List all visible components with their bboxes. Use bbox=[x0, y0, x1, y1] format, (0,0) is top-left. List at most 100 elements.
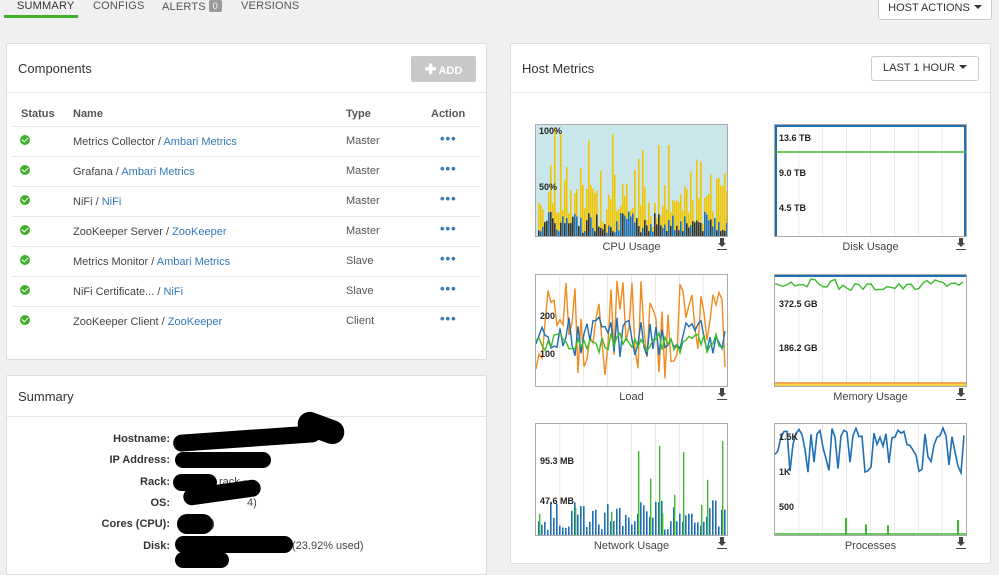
cpu-bar-system bbox=[650, 224, 652, 236]
cpu-bar-system bbox=[616, 221, 618, 236]
cpu-bar-system bbox=[596, 214, 598, 236]
network-bar-in bbox=[595, 509, 597, 535]
service-link[interactable]: Ambari Metrics bbox=[121, 166, 194, 178]
col-header-name: Name bbox=[73, 108, 103, 120]
cpu-bar-system bbox=[712, 226, 714, 236]
network-bar-in bbox=[559, 525, 561, 535]
host-metrics-header: Host Metrics LAST 1 HOUR bbox=[511, 44, 990, 93]
ellipsis-icon[interactable]: ••• bbox=[440, 161, 457, 176]
download-icon[interactable] bbox=[956, 388, 967, 400]
network-bar-out bbox=[707, 479, 709, 535]
network-bar-in bbox=[607, 504, 609, 535]
cpu-bar-system bbox=[678, 230, 680, 236]
service-link[interactable]: ZooKeeper bbox=[168, 316, 222, 328]
cpu-bar-user bbox=[614, 174, 616, 236]
cpu-bar-user bbox=[612, 134, 614, 236]
tab-configs[interactable]: CONFIGS bbox=[93, 0, 145, 18]
network-bar-in bbox=[679, 513, 681, 535]
disk-usage-title: Disk Usage bbox=[842, 241, 899, 253]
cpu-bar-user bbox=[638, 159, 640, 236]
network-bar-in bbox=[652, 517, 654, 535]
network-bar-out bbox=[701, 504, 703, 535]
ip-address-label: IP Address: bbox=[109, 454, 170, 466]
component-type: Master bbox=[346, 225, 380, 237]
component-name[interactable]: NiFi bbox=[73, 196, 93, 208]
service-link[interactable]: NiFi bbox=[102, 196, 122, 208]
cpu-bar-system bbox=[652, 231, 654, 236]
network-bar-in bbox=[655, 501, 657, 535]
time-range-dropdown[interactable]: LAST 1 HOUR bbox=[871, 56, 979, 81]
tab-alerts[interactable]: ALERTS 0 bbox=[162, 0, 223, 18]
caret-down-icon bbox=[958, 65, 967, 69]
ellipsis-icon[interactable]: ••• bbox=[440, 281, 457, 296]
os-label: OS: bbox=[150, 497, 170, 509]
name-separator: / bbox=[92, 196, 102, 208]
ellipsis-icon[interactable]: ••• bbox=[440, 251, 457, 266]
network-bar-in bbox=[646, 511, 648, 535]
download-icon[interactable] bbox=[956, 537, 967, 549]
components-panel: Components ✚ ADD Status Name Type Action … bbox=[6, 43, 487, 360]
download-icon[interactable] bbox=[956, 238, 967, 250]
component-name[interactable]: ZooKeeper Server bbox=[73, 226, 163, 238]
host-metrics-title: Host Metrics bbox=[522, 61, 595, 76]
cpu-bar-system bbox=[538, 230, 540, 236]
cpu-usage-plot bbox=[535, 124, 728, 237]
cpu-usage-chart: 100% 50% CPU Usage bbox=[535, 124, 728, 254]
ellipsis-icon[interactable]: ••• bbox=[440, 311, 457, 326]
component-name[interactable]: ZooKeeper Client bbox=[73, 316, 159, 328]
component-name[interactable]: Grafana bbox=[73, 166, 113, 178]
service-link[interactable]: NiFi bbox=[163, 286, 183, 298]
cpu-bar-system bbox=[610, 227, 612, 236]
cpu-bar-system bbox=[584, 231, 586, 236]
cpu-bar-system bbox=[586, 220, 588, 236]
status-ok-icon bbox=[20, 315, 30, 325]
cpu-bar-system bbox=[674, 230, 676, 236]
service-link[interactable]: ZooKeeper bbox=[172, 226, 226, 238]
network-bar-in bbox=[715, 500, 717, 535]
cpu-bar-user bbox=[642, 149, 644, 236]
time-range-label: LAST 1 HOUR bbox=[883, 62, 955, 74]
components-header: Components ✚ ADD bbox=[7, 44, 486, 93]
network-bar-out bbox=[683, 452, 685, 535]
col-header-type: Type bbox=[346, 108, 371, 120]
col-header-action: Action bbox=[431, 108, 466, 120]
network-bar-in bbox=[556, 503, 558, 535]
cpu-bar-system bbox=[542, 226, 544, 236]
table-row: Grafana / Ambari Metrics Master ••• bbox=[12, 156, 480, 186]
component-name[interactable]: NiFi Certificate... bbox=[73, 286, 154, 298]
component-name-cell: Metrics Collector / Ambari Metrics bbox=[73, 136, 237, 148]
download-icon[interactable] bbox=[717, 537, 728, 549]
component-name[interactable]: Metrics Collector bbox=[73, 136, 155, 148]
service-link[interactable]: Ambari Metrics bbox=[163, 136, 236, 148]
cpu-bar-system bbox=[576, 216, 578, 236]
cpu-bar-system bbox=[684, 216, 686, 236]
network-bar-out bbox=[638, 450, 640, 535]
add-component-button[interactable]: ✚ ADD bbox=[411, 56, 476, 82]
component-name-cell: ZooKeeper Client / ZooKeeper bbox=[73, 316, 222, 328]
cpu-bar-system bbox=[716, 230, 718, 236]
host-actions-button[interactable]: HOST ACTIONS bbox=[878, 0, 992, 20]
ellipsis-icon[interactable]: ••• bbox=[440, 191, 457, 206]
ellipsis-icon[interactable]: ••• bbox=[440, 221, 457, 236]
redaction-scribble bbox=[175, 452, 271, 468]
cpu-bar-system bbox=[562, 216, 564, 236]
cpu-bar-system bbox=[582, 232, 584, 236]
load-y-label-1: 200 bbox=[540, 311, 556, 321]
status-ok-icon bbox=[20, 195, 30, 205]
cpu-bar-system bbox=[568, 223, 570, 236]
ellipsis-icon[interactable]: ••• bbox=[440, 131, 457, 146]
host-metrics-panel: Host Metrics LAST 1 HOUR 100% 50% CPU Us… bbox=[510, 43, 991, 564]
memory-usage-plot bbox=[774, 274, 967, 387]
cpu-bar-system bbox=[722, 229, 724, 236]
cpu-bar-system bbox=[644, 219, 646, 236]
load-plot bbox=[535, 274, 728, 387]
cpu-bar-system bbox=[554, 223, 556, 236]
component-name[interactable]: Metrics Monitor bbox=[73, 256, 148, 268]
service-link[interactable]: Ambari Metrics bbox=[157, 256, 230, 268]
tab-versions[interactable]: VERSIONS bbox=[241, 0, 299, 18]
download-icon[interactable] bbox=[717, 388, 728, 400]
processes-title: Processes bbox=[844, 540, 897, 552]
memory-usage-chart: 372.5 GB 186.2 GB Memory Usage bbox=[774, 274, 967, 404]
network-bar-in bbox=[622, 525, 624, 535]
download-icon[interactable] bbox=[717, 238, 728, 250]
